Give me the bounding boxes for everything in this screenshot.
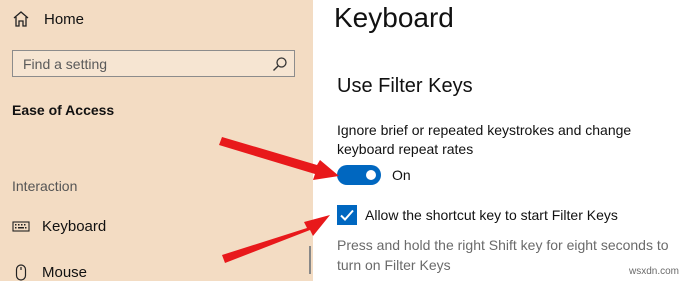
annotation-arrows	[219, 137, 339, 263]
arrow-to-checkbox	[222, 215, 330, 263]
arrow-to-toggle	[219, 137, 339, 180]
